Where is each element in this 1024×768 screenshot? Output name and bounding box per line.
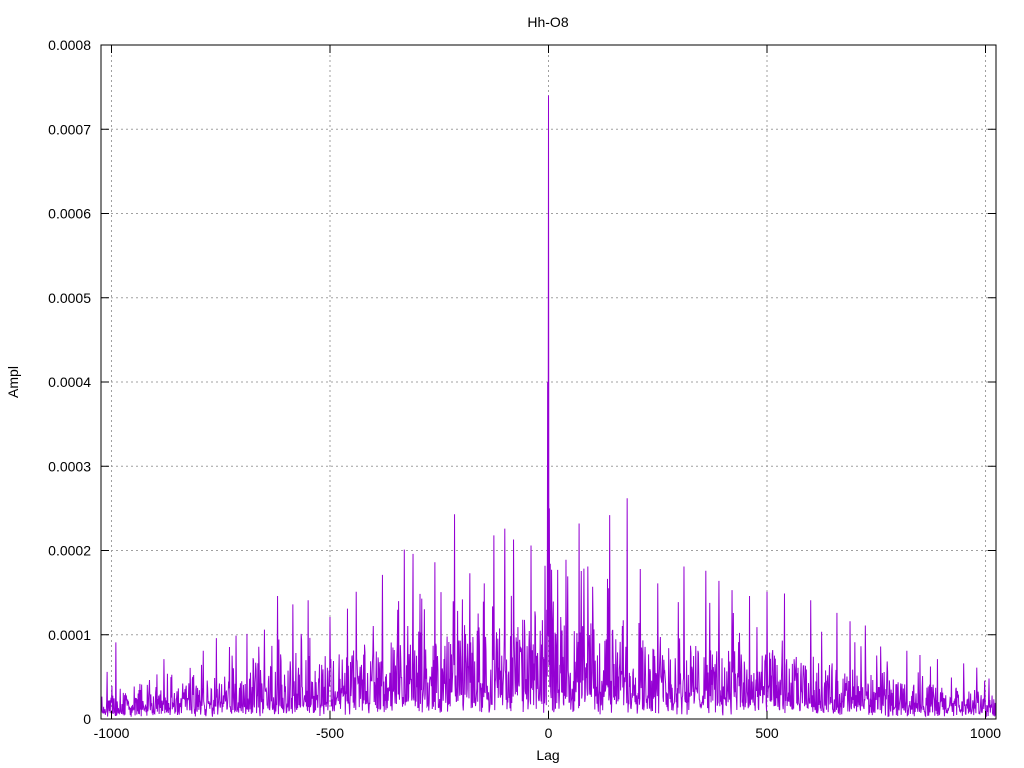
y-tick-label: 0.0001 bbox=[48, 627, 91, 643]
y-tick-label: 0.0002 bbox=[48, 543, 91, 559]
x-tick-label: 1000 bbox=[970, 725, 1001, 741]
y-tick-label: 0.0003 bbox=[48, 458, 91, 474]
y-tick-label: 0.0008 bbox=[48, 37, 91, 53]
y-tick-label: 0.0004 bbox=[48, 374, 91, 390]
y-tick-label: 0.0006 bbox=[48, 206, 91, 222]
y-tick-label: 0.0005 bbox=[48, 290, 91, 306]
x-tick-label: -500 bbox=[316, 725, 344, 741]
chart-title: Hh-O8 bbox=[527, 14, 568, 30]
chart: 0 0.0001 0.0002 0.0003 0.0004 0.0005 0.0006 0.0… bbox=[0, 0, 1024, 768]
x-tick-label: 0 bbox=[545, 725, 553, 741]
x-axis-label: Lag bbox=[536, 747, 559, 763]
x-tick-label: 500 bbox=[755, 725, 779, 741]
y-tick-label: 0.0007 bbox=[48, 121, 91, 137]
x-tick-label: -1000 bbox=[94, 725, 130, 741]
y-tick-label: 0 bbox=[83, 711, 91, 727]
y-axis-label: Ampl bbox=[5, 366, 21, 398]
